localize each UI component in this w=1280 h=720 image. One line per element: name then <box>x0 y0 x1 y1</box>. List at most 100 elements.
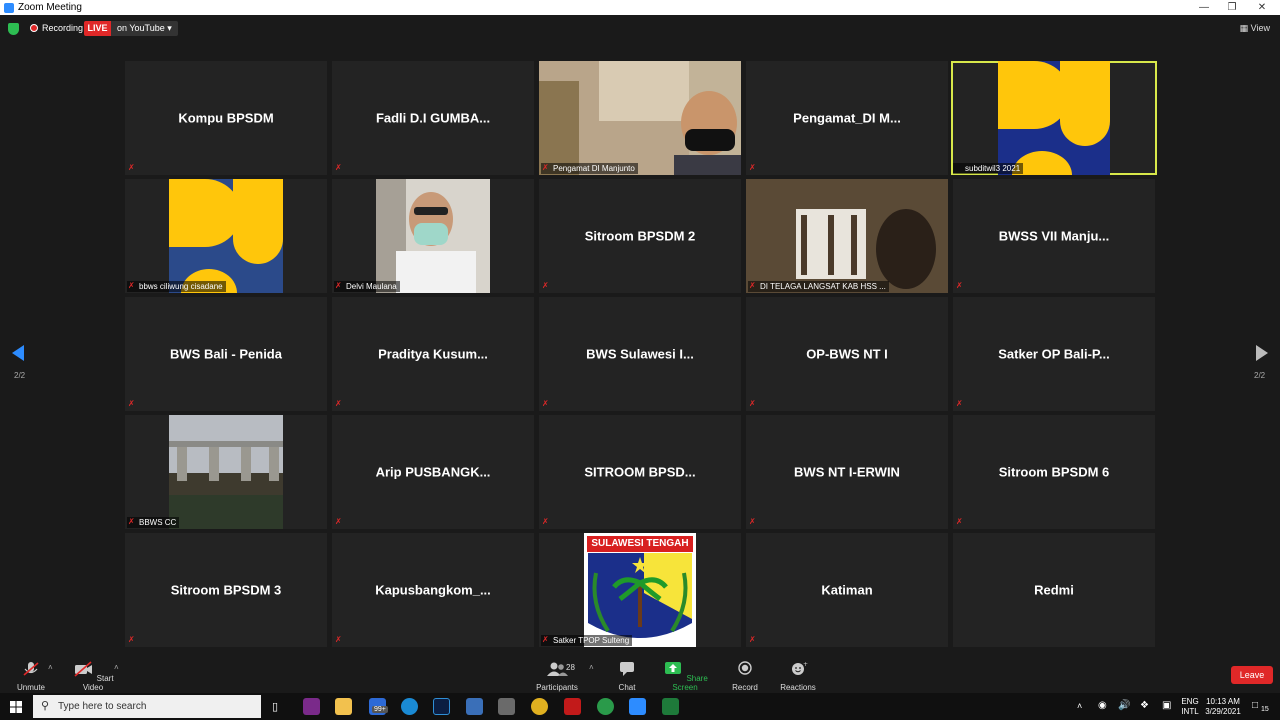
start-video-button[interactable]: Start Video <box>70 661 116 692</box>
meeting-topbar: Recording LIVE on YouTube ▾ ▦ View <box>0 15 1280 43</box>
youtube-dropdown[interactable]: on YouTube ▾ <box>111 21 178 36</box>
participant-name: BWS NT I-ERWIN <box>794 464 900 480</box>
zoom-icon <box>4 2 14 13</box>
remote-desktop-icon[interactable] <box>466 698 483 715</box>
participant-tile[interactable]: Redmi <box>953 533 1155 647</box>
participant-tile[interactable]: BWS NT I-ERWIN ✗ <box>746 415 948 529</box>
clock[interactable]: 10:13 AM 3/29/2021 <box>1203 697 1243 717</box>
participant-video-tile[interactable]: Delvi Maulana ✗ <box>332 179 534 293</box>
active-speaker-tile[interactable]: subditwil3 2021 <box>951 61 1157 175</box>
participant-tile[interactable]: Katiman ✗ <box>746 533 948 647</box>
participants-icon <box>547 662 568 676</box>
recording-label: Recording <box>42 23 84 33</box>
app-generic-icon[interactable] <box>498 698 515 715</box>
view-button[interactable]: ▦ View <box>1240 23 1270 34</box>
participant-tile[interactable]: BWS Bali - Penida ✗ <box>125 297 327 411</box>
participant-name: Pengamat_DI M... <box>793 110 901 126</box>
participant-name: Fadli D.I GUMBA... <box>375 110 491 126</box>
security-shield-icon[interactable] <box>8 23 19 35</box>
input-language[interactable]: ENG INTL <box>1180 697 1200 717</box>
participant-tile[interactable]: Sitroom BPSDM 6 ✗ <box>953 415 1155 529</box>
next-page-icon[interactable] <box>1254 345 1268 361</box>
muted-mic-icon: ✗ <box>128 281 135 290</box>
recording-indicator[interactable]: Recording <box>30 23 83 33</box>
participant-tile[interactable]: Satker OP Bali-P... ✗ <box>953 297 1155 411</box>
chrome-icon[interactable] <box>531 698 548 715</box>
file-explorer-icon[interactable] <box>335 698 352 715</box>
participant-tile[interactable]: BWSS VII Manju... ✗ <box>953 179 1155 293</box>
dropbox-icon[interactable]: ❖ <box>1140 700 1149 711</box>
muted-mic-icon: ✗ <box>542 399 549 408</box>
muted-mic-icon: ✗ <box>542 517 549 526</box>
photoshop-icon[interactable] <box>433 698 450 715</box>
participant-tile[interactable]: OP-BWS NT I ✗ <box>746 297 948 411</box>
participant-tile[interactable]: Pengamat_DI M... ✗ <box>746 61 948 175</box>
participant-name: Katiman <box>821 582 873 598</box>
restore-icon[interactable]: ❐ <box>1218 0 1246 15</box>
participant-tile[interactable]: Kapusbangkom_... ✗ <box>332 533 534 647</box>
participant-tile[interactable]: Kompu BPSDM ✗ <box>125 61 327 175</box>
reactions-button[interactable]: + Reactions <box>778 661 818 692</box>
muted-mic-icon: ✗ <box>335 635 342 644</box>
muted-mic-icon: ✗ <box>128 635 135 644</box>
volume-icon[interactable]: 🔊 <box>1118 700 1130 711</box>
network-icon[interactable]: ▣ <box>1162 700 1171 711</box>
unmute-button[interactable]: Unmute <box>14 661 48 692</box>
participant-tile[interactable]: Fadli D.I GUMBA... ✗ <box>332 61 534 175</box>
muted-mic-icon: ✗ <box>956 517 963 526</box>
participant-video-tile[interactable]: BBWS CC ✗ <box>125 415 327 529</box>
participant-count: 28 <box>566 663 575 672</box>
participant-name: SITROOM BPSD... <box>584 464 696 480</box>
pu-logo-image <box>998 61 1110 175</box>
chat-button[interactable]: Chat <box>612 661 642 692</box>
participant-video-tile[interactable]: Pengamat DI Manjunto ✗ <box>539 61 741 175</box>
excel-icon[interactable] <box>662 698 679 715</box>
participant-name: OP-BWS NT I <box>806 346 888 362</box>
participant-video-tile[interactable]: DI TELAGA LANGSAT KAB HSS ... ✗ <box>746 179 948 293</box>
participant-name: Kompu BPSDM <box>178 110 274 126</box>
participant-tile[interactable]: BWS Sulawesi I... ✗ <box>539 297 741 411</box>
edge-icon[interactable] <box>401 698 418 715</box>
page-indicator-left: 2/2 <box>14 371 26 380</box>
participant-tile[interactable]: Arip PUSBANGK... ✗ <box>332 415 534 529</box>
share-screen-button[interactable]: Share Screen <box>660 661 710 692</box>
leave-button[interactable]: Leave <box>1231 666 1273 684</box>
acrobat-icon[interactable] <box>564 698 581 715</box>
previous-page-icon[interactable] <box>12 345 26 361</box>
sulawesi-tengah-emblem: SULAWESI TENGAH <box>584 533 696 647</box>
participant-tile[interactable]: Sitroom BPSDM 3 ✗ <box>125 533 327 647</box>
chrome-profile-icon[interactable] <box>597 698 614 715</box>
participant-name: Satker OP Bali-P... <box>998 346 1110 362</box>
participant-tile[interactable]: SITROOM BPSD... ✗ <box>539 415 741 529</box>
participant-tile[interactable]: Sitroom BPSDM 2 ✗ <box>539 179 741 293</box>
svg-text:+: + <box>803 661 808 668</box>
app-paint-icon[interactable] <box>303 698 320 715</box>
tray-app-icon[interactable]: ◉ <box>1098 700 1107 711</box>
chat-icon <box>620 662 634 676</box>
participant-name: Sitroom BPSDM 2 <box>584 228 696 244</box>
clock-date: 3/29/2021 <box>1205 707 1241 716</box>
reactions-label: Reactions <box>780 683 816 692</box>
notification-icon[interactable]: □ <box>1252 700 1258 711</box>
participants-label: Participants <box>536 683 578 692</box>
muted-mic-icon: ✗ <box>335 281 342 290</box>
unmute-label: Unmute <box>16 683 45 692</box>
zoom-taskbar-icon[interactable] <box>629 698 646 715</box>
task-view-icon[interactable]: ▯ <box>272 700 278 713</box>
taskbar-search-box[interactable]: ⚲ Type here to search <box>33 695 261 718</box>
share-screen-icon <box>665 662 682 674</box>
tray-chevron-icon[interactable]: ˄ <box>1077 701 1082 711</box>
participant-video-tile[interactable]: SULAWESI TENGAH Satker TPOP Sulteng ✗ <box>539 533 741 647</box>
audio-options-chevron-icon[interactable]: ˄ <box>48 663 53 672</box>
participant-video-tile[interactable]: bbws ciliwung cisadane ✗ <box>125 179 327 293</box>
minimize-icon[interactable]: — <box>1190 0 1218 15</box>
muted-mic-icon: ✗ <box>335 163 342 172</box>
video-feed-river <box>169 415 283 529</box>
record-button[interactable]: Record <box>728 661 762 692</box>
participants-chevron-icon[interactable]: ˄ <box>589 663 594 672</box>
close-icon[interactable]: ✕ <box>1248 0 1276 15</box>
video-options-chevron-icon[interactable]: ˄ <box>114 663 119 672</box>
windows-start-icon[interactable] <box>10 701 22 713</box>
participant-tile[interactable]: Praditya Kusum... ✗ <box>332 297 534 411</box>
participant-label: Delvi Maulana <box>334 281 400 292</box>
